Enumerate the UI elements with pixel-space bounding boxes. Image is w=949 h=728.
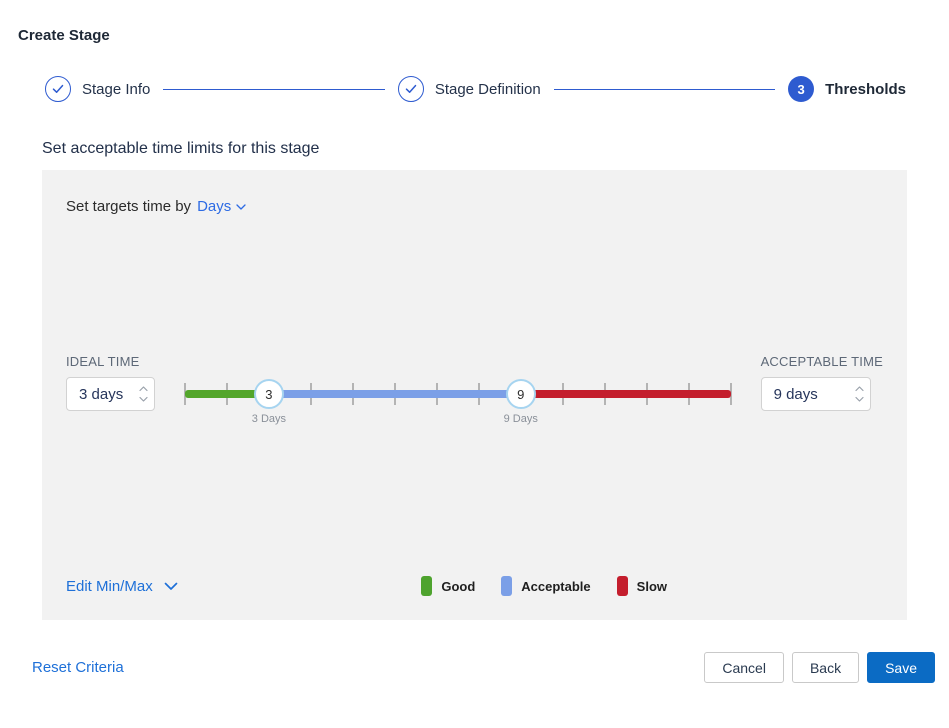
thresholds-panel: Set targets time by Days IDEAL TIME [42, 170, 907, 620]
stepper-step-stage-info[interactable]: Stage Info [45, 76, 150, 102]
page-title: Create Stage [18, 27, 949, 44]
create-stage-dialog: Create Stage Stage Info Stage Definition… [0, 27, 949, 683]
increment-button[interactable] [139, 386, 148, 392]
stepper-connector [554, 89, 775, 90]
footer-buttons: Cancel Back Save [704, 652, 935, 683]
panel-bottom-row: Edit Min/Max Good Acceptable Slow [66, 576, 883, 596]
slider-handle-label: 9 Days [504, 413, 538, 425]
step-complete-circle [45, 76, 71, 102]
save-button[interactable]: Save [867, 652, 935, 683]
legend-item-good: Good [421, 576, 475, 596]
legend-label: Slow [637, 579, 667, 594]
step-complete-circle [398, 76, 424, 102]
reset-criteria-link[interactable]: Reset Criteria [32, 659, 124, 676]
dialog-footer: Reset Criteria Cancel Back Save [32, 652, 935, 683]
step-label: Stage Definition [435, 81, 541, 98]
increment-button[interactable] [855, 386, 864, 392]
legend-item-acceptable: Acceptable [501, 576, 590, 596]
threshold-slider: 33 Days 99 Days [185, 377, 731, 411]
decrement-button[interactable] [139, 396, 148, 402]
slider-handle[interactable]: 33 Days [254, 379, 284, 409]
legend-swatch-acceptable [501, 576, 512, 596]
legend-item-slow: Slow [617, 576, 667, 596]
decrement-button[interactable] [855, 396, 864, 402]
cancel-button[interactable]: Cancel [704, 652, 784, 683]
stepper-step-stage-definition[interactable]: Stage Definition [398, 76, 541, 102]
legend-swatch-slow [617, 576, 628, 596]
acceptable-time-input-group [761, 377, 871, 411]
slider-legend: Good Acceptable Slow [421, 576, 667, 596]
slider-segment-slow [521, 390, 731, 398]
acceptable-time-label: ACCEPTABLE TIME [761, 354, 883, 369]
section-heading: Set acceptable time limits for this stag… [42, 140, 907, 158]
legend-label: Acceptable [521, 579, 590, 594]
ideal-time-input-group [66, 377, 155, 411]
slider-handle[interactable]: 99 Days [506, 379, 536, 409]
ideal-time-stepper [139, 386, 148, 402]
stepper-step-thresholds[interactable]: 3 Thresholds [788, 76, 906, 102]
check-icon [52, 84, 64, 94]
days-dropdown-value: Days [197, 198, 231, 215]
chevron-down-icon [236, 204, 246, 210]
acceptable-time-stepper [855, 386, 864, 402]
step-number-badge: 3 [788, 76, 814, 102]
check-icon [405, 84, 417, 94]
days-dropdown[interactable]: Days [197, 198, 246, 215]
step-label: Thresholds [825, 81, 906, 98]
target-time-label: Set targets time by [66, 198, 191, 215]
edit-minmax-toggle[interactable]: Edit Min/Max [66, 578, 178, 595]
step-label: Stage Info [82, 81, 150, 98]
slider-handle-label: 3 Days [252, 413, 286, 425]
legend-label: Good [441, 579, 475, 594]
back-button[interactable]: Back [792, 652, 859, 683]
stepper: Stage Info Stage Definition 3 Thresholds [45, 76, 906, 102]
target-time-line: Set targets time by Days [66, 198, 883, 215]
slider-segment-acceptable [269, 390, 521, 398]
edit-minmax-label: Edit Min/Max [66, 578, 153, 595]
threshold-slider-row: IDEAL TIME 33 Days 99 Days [66, 354, 883, 411]
legend-swatch-good [421, 576, 432, 596]
chevron-down-icon [164, 582, 178, 591]
slider-handle-value: 3 [265, 387, 272, 402]
threshold-slider-track[interactable]: 33 Days 99 Days [185, 377, 731, 411]
stepper-connector [163, 89, 384, 90]
ideal-time-label: IDEAL TIME [66, 354, 155, 369]
slider-handle-value: 9 [517, 387, 524, 402]
